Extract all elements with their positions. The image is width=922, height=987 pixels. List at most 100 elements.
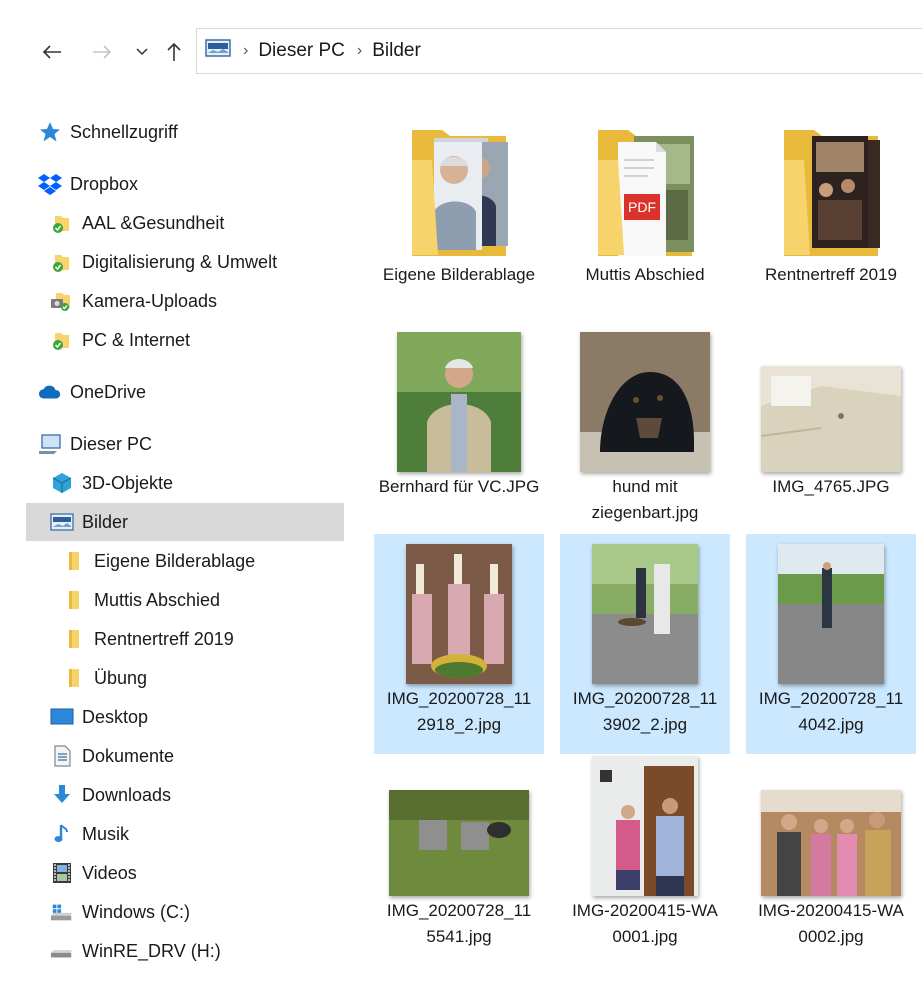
film-icon <box>50 861 74 885</box>
sidebar-item-label: WinRE_DRV (H:) <box>82 940 221 961</box>
image-tile-bernhard[interactable]: Bernhard für VC.JPG <box>374 322 544 542</box>
sidebar-item-winre-drv-h[interactable]: WinRE_DRV (H:) <box>50 932 368 970</box>
sidebar-item-label: Übung <box>94 667 148 688</box>
image-tile-hund[interactable]: hund mit ziegenbart.jpg <box>560 322 730 542</box>
file-name: IMG_20200728_113902_2.jpg <box>560 686 730 738</box>
photo-thumbnail <box>397 332 521 472</box>
file-name: IMG_20200728_112918_2.jpg <box>374 686 544 738</box>
sidebar-item-muttis-abschied[interactable]: Muttis Abschied <box>62 581 380 619</box>
sidebar-item-musik[interactable]: Musik <box>50 815 368 853</box>
sidebar-item-label: Kamera-Uploads <box>82 290 218 311</box>
sidebar-item-label: PC & Internet <box>82 329 191 350</box>
synced-folder-icon <box>50 211 74 235</box>
file-name: Bernhard für VC.JPG <box>378 477 540 496</box>
image-thumbnail <box>560 322 730 472</box>
sidebar-item-label: 3D-Objekte <box>82 472 174 493</box>
navigation-toolbar: › Dieser PC › Bilder <box>0 0 922 80</box>
sidebar-item-label: Windows (C:) <box>82 901 191 922</box>
music-note-icon <box>50 822 74 846</box>
sidebar-item-downloads[interactable]: Downloads <box>50 776 368 814</box>
folder-tile-rentnertreff-2019[interactable]: Rentnertreff 2019 <box>746 110 916 330</box>
sidebar-item-label: Videos <box>82 862 137 883</box>
photo-thumbnail <box>761 366 901 472</box>
file-name: IMG_4765.JPG <box>772 477 890 496</box>
image-tile-img-112918[interactable]: IMG_20200728_112918_2.jpg <box>374 534 544 754</box>
sidebar-item-eigene-bilderablage[interactable]: Eigene Bilderablage <box>62 542 380 580</box>
drive-icon <box>50 939 74 963</box>
synced-camera-folder-icon <box>50 289 74 313</box>
image-thumbnail <box>374 534 544 684</box>
sidebar-item-aal-gesundheit[interactable]: AAL &Gesundheit <box>50 204 368 242</box>
breadcrumb-separator: › <box>356 42 363 59</box>
sidebar-item-desktop[interactable]: Desktop <box>50 698 368 736</box>
sidebar-item-kamera-uploads[interactable]: Kamera-Uploads <box>50 282 368 320</box>
image-thumbnail <box>374 322 544 472</box>
forward-button[interactable] <box>88 38 116 66</box>
up-arrow-icon <box>167 42 181 61</box>
cloud-icon <box>38 380 62 404</box>
sidebar-item-label: Desktop <box>82 706 149 727</box>
sidebar-item-label: Schnellzugriff <box>70 121 178 142</box>
up-button[interactable] <box>160 38 188 66</box>
breadcrumb-separator: › <box>243 42 249 59</box>
image-thumbnail <box>560 746 730 896</box>
sidebar-item-label: Eigene Bilderablage <box>94 550 256 571</box>
sidebar-item-label: Downloads <box>82 784 172 805</box>
sidebar-item-windows-c[interactable]: Windows (C:) <box>50 893 368 931</box>
sidebar-item-label: Dokumente <box>82 745 175 766</box>
image-tile-img-113902[interactable]: IMG_20200728_113902_2.jpg <box>560 534 730 754</box>
pictures-icon <box>50 510 74 534</box>
image-tile-img-114042[interactable]: IMG_20200728_114042.jpg <box>746 534 916 754</box>
folder-icon <box>412 130 508 256</box>
back-button[interactable] <box>38 38 66 66</box>
sidebar-item-bilder[interactable]: Bilder <box>26 503 344 541</box>
documents-icon <box>50 744 74 768</box>
image-thumbnail <box>746 746 916 896</box>
folder-thumbnail: PDF <box>560 110 730 260</box>
sidebar-item-uebung[interactable]: Übung <box>62 659 380 697</box>
sidebar-item-rentnertreff-2019[interactable]: Rentnertreff 2019 <box>62 620 380 658</box>
image-thumbnail <box>374 746 544 896</box>
sidebar-item-videos[interactable]: Videos <box>50 854 368 892</box>
sidebar-item-label: Dropbox <box>70 173 139 194</box>
image-tile-img-4765[interactable]: IMG_4765.JPG <box>746 322 916 542</box>
folder-icon <box>62 588 86 612</box>
recent-locations-button[interactable] <box>128 38 156 66</box>
folder-tile-muttis-abschied[interactable]: PDF Muttis Abschied <box>560 110 730 330</box>
image-tile-wa0002[interactable]: IMG-20200415-WA0002.jpg <box>746 746 916 966</box>
sidebar-item-digitalisierung-umwelt[interactable]: Digitalisierung & Umwelt <box>50 243 368 281</box>
photo-thumbnail <box>389 790 529 896</box>
star-icon <box>38 120 62 144</box>
sidebar-item-pc-internet[interactable]: PC & Internet <box>50 321 368 359</box>
file-name: Muttis Abschied <box>585 265 705 284</box>
breadcrumb-dieser-pc[interactable]: Dieser PC <box>258 40 345 62</box>
photo-thumbnail <box>761 790 901 896</box>
folder-thumbnail <box>374 110 544 260</box>
file-name-text: IMG-20200415-WA0001.jpg <box>572 901 718 946</box>
sidebar-item-3d-objekte[interactable]: 3D-Objekte <box>50 464 368 502</box>
address-bar[interactable]: › Dieser PC › Bilder <box>196 28 922 74</box>
folder-icon: PDF <box>598 130 694 256</box>
sidebar-item-schnellzugriff[interactable]: Schnellzugriff <box>38 113 356 151</box>
sidebar-item-label: Musik <box>82 823 130 844</box>
file-name: hund mit ziegenbart.jpg <box>591 477 699 522</box>
sidebar-item-dropbox[interactable]: Dropbox <box>38 165 356 203</box>
image-thumbnail <box>560 534 730 684</box>
photo-thumbnail <box>778 544 884 684</box>
sidebar-item-onedrive[interactable]: OneDrive <box>38 373 356 411</box>
file-name-text: IMG_20200728_115541.jpg <box>386 901 532 946</box>
file-name-text: IMG-20200415-WA0002.jpg <box>758 901 904 946</box>
cube-icon <box>50 471 74 495</box>
image-tile-img-115541[interactable]: IMG_20200728_115541.jpg <box>374 746 544 966</box>
forward-arrow-icon <box>93 45 112 59</box>
breadcrumb-bilder[interactable]: Bilder <box>372 40 421 62</box>
folder-tile-eigene-bilderablage[interactable]: Eigene Bilderablage <box>374 110 544 330</box>
sidebar-item-label: Dieser PC <box>70 433 153 454</box>
pdf-label: PDF <box>628 199 656 215</box>
sidebar-item-dieser-pc[interactable]: Dieser PC <box>38 425 356 463</box>
sidebar-item-dokumente[interactable]: Dokumente <box>50 737 368 775</box>
file-name: IMG_20200728_114042.jpg <box>746 686 916 738</box>
image-tile-wa0001[interactable]: IMG-20200415-WA0001.jpg <box>560 746 730 966</box>
photo-thumbnail <box>580 332 710 472</box>
navigation-pane: Schnellzugriff Dropbox AAL &Gesundheit D… <box>0 80 350 987</box>
